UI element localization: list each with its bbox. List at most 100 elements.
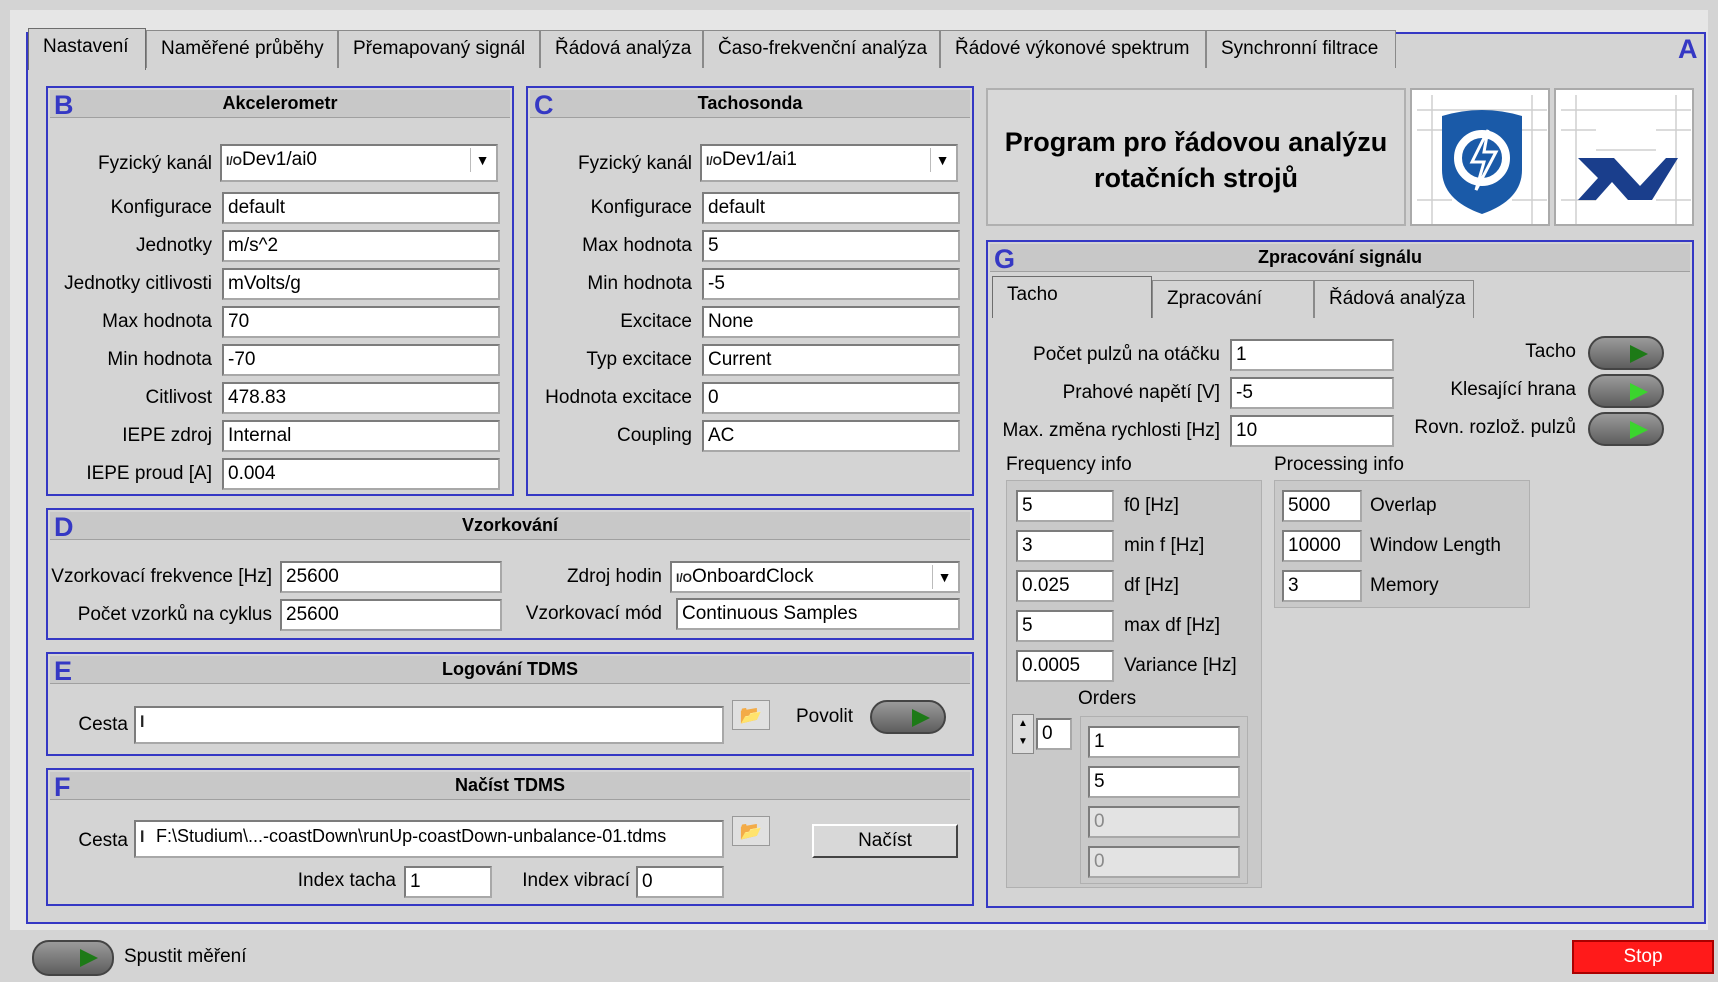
falling-edge-label: Klesající hrana — [1450, 379, 1576, 400]
log-path-field[interactable]: ꟾ — [134, 706, 724, 744]
tacho-probe-field[interactable]: Current — [702, 344, 960, 376]
io-icon: I/O — [706, 154, 723, 168]
faculty-logo — [1554, 88, 1694, 226]
tacho-probe-field-label: Excitace — [620, 311, 692, 332]
tdms-load-title: Načíst TDMS — [50, 772, 970, 800]
orders-index-field[interactable]: 0 — [1036, 718, 1072, 750]
frequency-info-label: f0 [Hz] — [1124, 495, 1179, 516]
tab-measured-waveforms[interactable]: Naměřené průběhy — [146, 30, 338, 68]
frequency-info-label: max df [Hz] — [1124, 615, 1221, 636]
accelerometer-channel-select[interactable]: I/ODev1/ai0 ▼ — [220, 144, 498, 182]
uniform-pulses-toggle[interactable] — [1588, 412, 1664, 446]
processing-info-field[interactable]: 10000 — [1282, 530, 1362, 562]
vibration-index-field[interactable]: 0 — [636, 866, 724, 898]
accelerometer-field[interactable]: default — [222, 192, 500, 224]
processing-info-label: Overlap — [1370, 495, 1437, 516]
pulses-per-rev-field[interactable]: 1 — [1230, 339, 1394, 371]
tab-synchronous-filtering[interactable]: Synchronní filtrace — [1206, 30, 1396, 68]
tacho-channel-select[interactable]: I/ODev1/ai1 ▼ — [700, 144, 958, 182]
tab-settings[interactable]: Nastavení — [28, 28, 146, 70]
sample-rate-field[interactable]: 25600 — [280, 561, 502, 593]
load-button[interactable]: Načíst — [812, 824, 958, 858]
clock-source-label: Zdroj hodin — [566, 566, 662, 587]
signal-processing-title: Zpracování signálu — [990, 244, 1690, 272]
program-title: Program pro řádovou analýzu rotačních st… — [986, 124, 1406, 196]
subtab-tacho[interactable]: Tacho — [992, 276, 1152, 318]
tab-order-power-spectrum[interactable]: Řádové výkonové spektrum — [940, 30, 1206, 68]
sample-rate-label: Vzorkovací frekvence [Hz] — [51, 566, 272, 587]
orders-element[interactable]: 0 — [1088, 806, 1240, 838]
tacho-probe-field[interactable]: None — [702, 306, 960, 338]
university-shield-logo — [1410, 88, 1550, 226]
tacho-probe-field[interactable]: 5 — [702, 230, 960, 262]
frequency-info-field[interactable]: 3 — [1016, 530, 1114, 562]
chevron-down-icon[interactable]: ▼ — [932, 565, 956, 589]
processing-info-field[interactable]: 3 — [1282, 570, 1362, 602]
section-letter-c: C — [534, 90, 554, 120]
tacho-toggle[interactable] — [1588, 336, 1664, 370]
folder-icon[interactable]: 📂 — [732, 700, 770, 730]
frequency-info-field[interactable]: 5 — [1016, 610, 1114, 642]
processing-info-field[interactable]: 5000 — [1282, 490, 1362, 522]
section-letter-d: D — [54, 512, 74, 542]
orders-index-spinner[interactable]: ▲ ▼ — [1012, 714, 1034, 754]
accelerometer-field[interactable]: Internal — [222, 420, 500, 452]
start-measurement-toggle[interactable] — [32, 940, 114, 976]
chevron-down-icon[interactable]: ▼ — [470, 148, 494, 172]
tacho-index-field[interactable]: 1 — [404, 866, 492, 898]
io-icon: I/O — [676, 571, 693, 585]
accelerometer-channel-value: Dev1/ai0 — [242, 149, 317, 170]
enable-logging-label: Povolit — [796, 706, 854, 727]
section-letter-g: G — [994, 244, 1016, 274]
accelerometer-field[interactable]: 70 — [222, 306, 500, 338]
tab-time-frequency[interactable]: Časo-frekvenční analýza — [703, 30, 940, 68]
accelerometer-field-label: Konfigurace — [110, 197, 212, 218]
enable-logging-toggle[interactable] — [870, 700, 946, 734]
accelerometer-field-label: IEPE proud [A] — [86, 463, 212, 484]
max-speed-change-field[interactable]: 10 — [1230, 415, 1394, 447]
accelerometer-field[interactable]: m/s^2 — [222, 230, 500, 262]
frequency-info-title: Frequency info — [1006, 454, 1132, 475]
orders-element[interactable]: 1 — [1088, 726, 1240, 758]
tacho-probe-field[interactable]: AC — [702, 420, 960, 452]
accelerometer-field-label: Min hodnota — [107, 349, 212, 370]
processing-info-label: Memory — [1370, 575, 1439, 596]
frequency-info-field[interactable]: 5 — [1016, 490, 1114, 522]
chevron-down-icon[interactable]: ▼ — [930, 148, 954, 172]
folder-icon[interactable]: 📂 — [732, 816, 770, 846]
subtab-order-analysis[interactable]: Řádová analýza — [1314, 280, 1474, 318]
tacho-probe-title: Tachosonda — [530, 90, 970, 118]
threshold-voltage-label: Prahové napětí [V] — [1062, 382, 1220, 403]
tab-remapped-signal[interactable]: Přemapovaný signál — [338, 30, 540, 68]
accelerometer-field[interactable]: 478.83 — [222, 382, 500, 414]
uniform-pulses-label: Rovn. rozlož. pulzů — [1414, 417, 1576, 438]
tacho-probe-field[interactable]: default — [702, 192, 960, 224]
tacho-probe-field[interactable]: 0 — [702, 382, 960, 414]
threshold-voltage-field[interactable]: -5 — [1230, 377, 1394, 409]
stop-button[interactable]: Stop — [1572, 940, 1714, 974]
accelerometer-field-label: Jednotky — [135, 235, 212, 256]
vibration-index-label: Index vibrací — [522, 870, 630, 891]
frequency-info-label: min f [Hz] — [1124, 535, 1205, 556]
sampling-mode-field[interactable]: Continuous Samples — [676, 598, 960, 630]
orders-element[interactable]: 0 — [1088, 846, 1240, 878]
samples-per-cycle-field[interactable]: 25600 — [280, 599, 502, 631]
falling-edge-toggle[interactable] — [1588, 374, 1664, 408]
tdms-logging-title: Logování TDMS — [50, 656, 970, 684]
frequency-info-field[interactable]: 0.0005 — [1016, 650, 1114, 682]
accelerometer-field-label: Max hodnota — [102, 311, 212, 332]
subtab-processing[interactable]: Zpracování — [1152, 280, 1314, 318]
tacho-probe-field[interactable]: -5 — [702, 268, 960, 300]
clock-source-select[interactable]: I/OOnboardClock ▼ — [670, 561, 960, 593]
accelerometer-field[interactable]: mVolts/g — [222, 268, 500, 300]
section-letter-b: B — [54, 90, 74, 120]
frequency-info-label: df [Hz] — [1124, 575, 1179, 596]
tab-order-analysis[interactable]: Řádová analýza — [540, 30, 703, 68]
frequency-info-field[interactable]: 0.025 — [1016, 570, 1114, 602]
accelerometer-field[interactable]: -70 — [222, 344, 500, 376]
orders-element[interactable]: 5 — [1088, 766, 1240, 798]
accelerometer-field[interactable]: 0.004 — [222, 458, 500, 490]
load-path-field[interactable]: ꟾ F:\Studium\...-coastDown\runUp-coastDow… — [134, 820, 724, 858]
tacho-probe-field-label: Min hodnota — [587, 273, 692, 294]
tacho-probe-field-label: Max hodnota — [582, 235, 692, 256]
